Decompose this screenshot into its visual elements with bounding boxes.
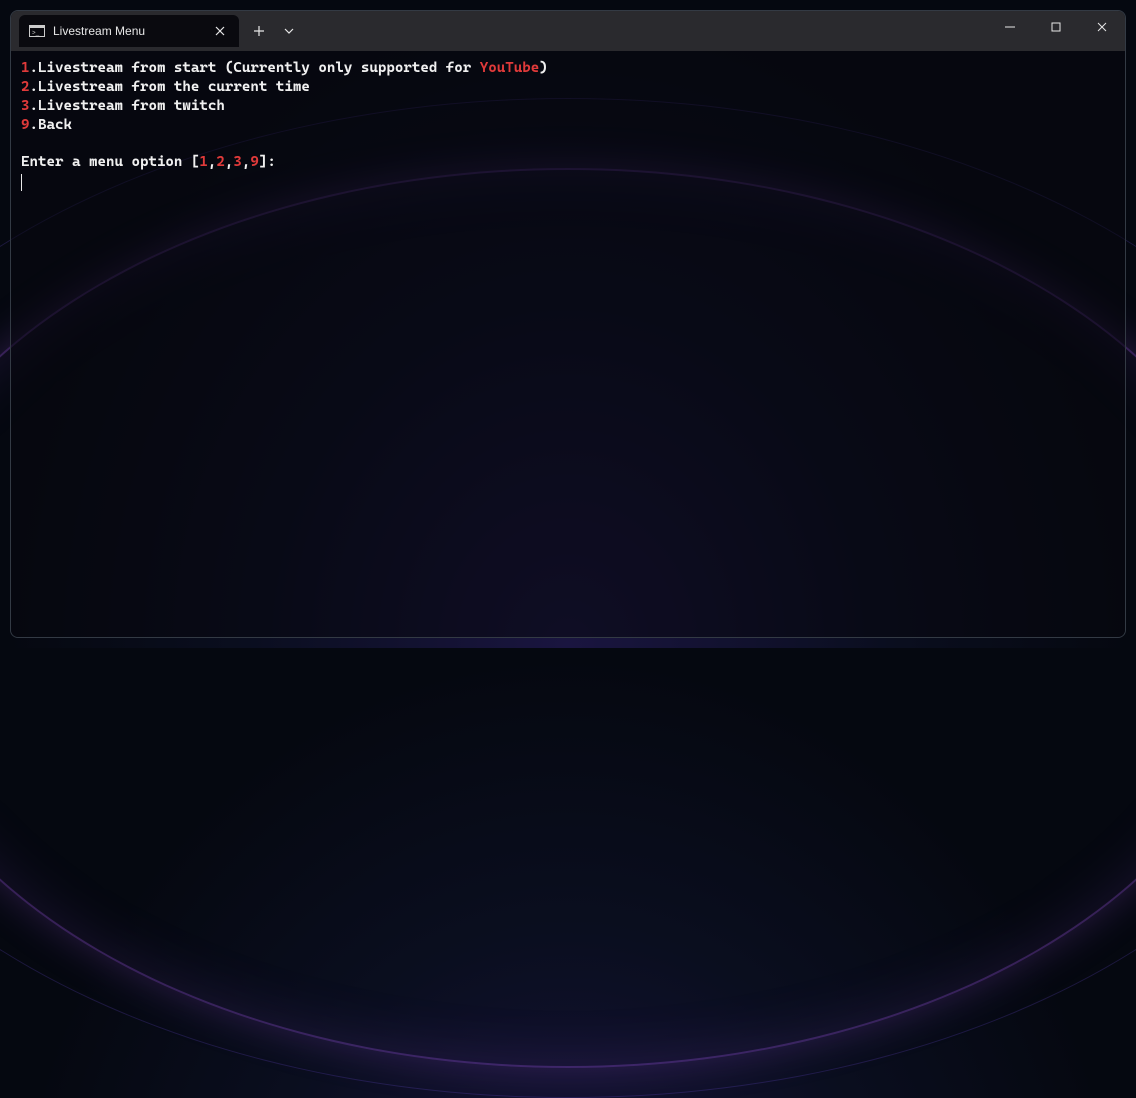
menu-item: 1.Livestream from start (Currently only … xyxy=(21,59,1115,78)
menu-item-label-suffix: ) xyxy=(539,60,548,76)
menu-item-label: .Livestream from start (Currently only s… xyxy=(30,60,480,76)
prompt-suffix: ]: xyxy=(259,154,285,170)
close-window-button[interactable] xyxy=(1079,11,1125,43)
minimize-button[interactable] xyxy=(987,11,1033,43)
prompt-prefix: Enter a menu option [ xyxy=(21,154,199,170)
titlebar: >_ Livestream Menu xyxy=(11,11,1125,51)
text-cursor xyxy=(21,174,22,191)
menu-item-label: .Livestream from twitch xyxy=(30,98,225,114)
cursor-line xyxy=(21,172,1115,193)
terminal-window: >_ Livestream Menu xyxy=(10,10,1126,638)
menu-lines: 1.Livestream from start (Currently only … xyxy=(21,59,1115,134)
menu-item: 3.Livestream from twitch xyxy=(21,97,1115,116)
prompt-option: 3 xyxy=(233,154,242,170)
prompt-line: Enter a menu option [1,2,3,9]: xyxy=(21,153,1115,172)
prompt-option: 1 xyxy=(199,154,208,170)
menu-item-accent: YouTube xyxy=(480,60,539,76)
tab-active[interactable]: >_ Livestream Menu xyxy=(19,15,239,47)
prompt-option: 9 xyxy=(250,154,259,170)
menu-item: 9.Back xyxy=(21,116,1115,135)
menu-item-number: 3 xyxy=(21,98,30,114)
tab-area: >_ Livestream Menu xyxy=(19,11,303,51)
terminal-body[interactable]: 1.Livestream from start (Currently only … xyxy=(11,51,1125,637)
maximize-button[interactable] xyxy=(1033,11,1079,43)
menu-item-label: .Back xyxy=(30,117,72,133)
menu-item-number: 9 xyxy=(21,117,30,133)
menu-item-number: 1 xyxy=(21,60,30,76)
svg-text:>_: >_ xyxy=(32,30,40,37)
new-tab-button[interactable] xyxy=(243,15,275,47)
blank-line xyxy=(21,134,1115,153)
close-tab-button[interactable] xyxy=(211,22,229,40)
window-controls xyxy=(987,11,1125,43)
menu-item-number: 2 xyxy=(21,79,30,95)
tab-title: Livestream Menu xyxy=(53,24,203,38)
tab-dropdown-button[interactable] xyxy=(275,15,303,47)
menu-item-label: .Livestream from the current time xyxy=(30,79,310,95)
cmd-icon: >_ xyxy=(29,25,45,37)
menu-item: 2.Livestream from the current time xyxy=(21,78,1115,97)
prompt-option: 2 xyxy=(216,154,225,170)
